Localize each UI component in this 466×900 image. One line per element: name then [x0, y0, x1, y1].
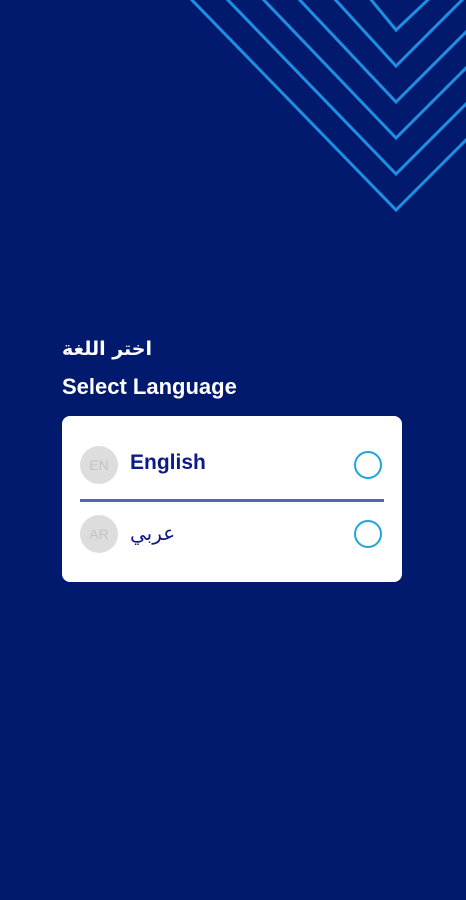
chevron-lines-decoration — [189, 0, 466, 213]
radio-unchecked-icon[interactable] — [354, 451, 382, 479]
language-label: عربي — [130, 521, 176, 545]
language-code-badge: AR — [80, 515, 118, 553]
radio-unchecked-icon[interactable] — [354, 520, 382, 548]
page-title: Select Language — [62, 374, 237, 399]
language-code-badge: EN — [80, 446, 118, 484]
language-option-english[interactable]: EN English — [62, 431, 402, 499]
page-title-arabic: اختر اللغة — [61, 338, 152, 360]
language-options-card: EN English AR عربي — [62, 416, 402, 582]
language-select-screen: اختر اللغة Select Language EN English AR… — [0, 0, 466, 900]
language-label: English — [130, 451, 206, 474]
language-option-arabic[interactable]: AR عربي — [62, 500, 402, 568]
